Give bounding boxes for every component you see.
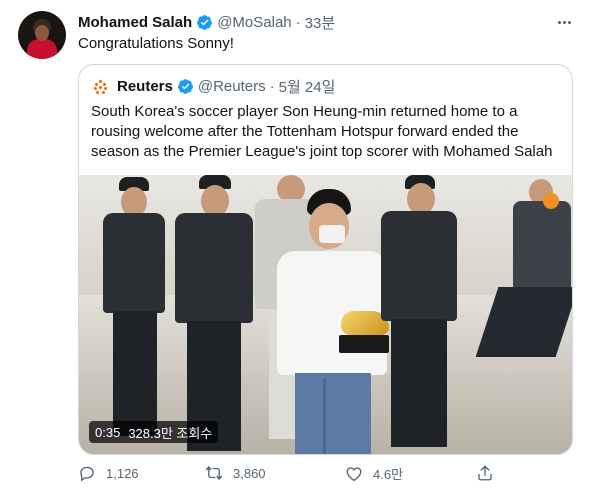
quoted-author-handle[interactable]: @Reuters xyxy=(198,78,266,95)
tweet-header: Mohamed Salah @MoSalah · 33분 xyxy=(78,12,335,33)
more-icon[interactable] xyxy=(553,12,575,32)
video-views: 328.3만 조회수 xyxy=(128,425,213,441)
verified-badge-icon xyxy=(177,79,193,94)
video-player[interactable]: 0:35 328.3만 조회수 xyxy=(79,175,572,454)
separator: · xyxy=(295,14,301,31)
quoted-tweet[interactable]: Reuters @Reuters · 5월 24일 South Korea's … xyxy=(78,64,573,455)
person-figure xyxy=(171,175,257,454)
tweet-time[interactable]: 33분 xyxy=(305,12,336,33)
like-count: 4.6만 xyxy=(373,467,404,482)
avatar-face xyxy=(35,25,49,41)
person-figure xyxy=(377,175,461,454)
video-info-overlay: 0:35 328.3만 조회수 xyxy=(89,421,219,443)
share-icon xyxy=(478,465,492,481)
person-figure xyxy=(101,175,171,445)
person-figure xyxy=(475,175,572,375)
retweet-count: 3,860 xyxy=(233,465,266,481)
reply-count: 1,126 xyxy=(106,465,139,481)
reply-button[interactable]: 1,126 xyxy=(78,464,139,482)
action-bar: 1,126 3,860 4.6만 xyxy=(78,464,498,486)
quoted-text: South Korea's soccer player Son Heung-mi… xyxy=(91,103,553,160)
quoted-time[interactable]: 5월 24일 xyxy=(279,76,336,97)
video-duration: 0:35 xyxy=(95,424,121,440)
like-button[interactable]: 4.6만 xyxy=(345,464,403,483)
author-name[interactable]: Mohamed Salah xyxy=(78,14,192,31)
avatar-shirt xyxy=(27,39,57,59)
tweet[interactable]: Mohamed Salah @MoSalah · 33분 Congratulat… xyxy=(0,0,600,496)
author-handle[interactable]: @MoSalah xyxy=(217,14,291,31)
like-icon xyxy=(346,466,362,481)
reply-icon xyxy=(80,466,94,482)
reuters-logo-icon xyxy=(91,76,111,97)
separator: · xyxy=(269,78,275,95)
retweet-button[interactable]: 3,860 xyxy=(205,464,266,482)
avatar[interactable] xyxy=(18,11,66,59)
channel-logo-icon xyxy=(543,193,559,209)
quoted-header: Reuters @Reuters · 5월 24일 xyxy=(91,76,335,97)
tweet-text: Congratulations Sonny! xyxy=(78,35,234,52)
quoted-author-name[interactable]: Reuters xyxy=(117,78,173,95)
retweet-icon xyxy=(205,466,223,480)
verified-badge-icon xyxy=(197,15,213,30)
share-button[interactable] xyxy=(476,464,504,482)
